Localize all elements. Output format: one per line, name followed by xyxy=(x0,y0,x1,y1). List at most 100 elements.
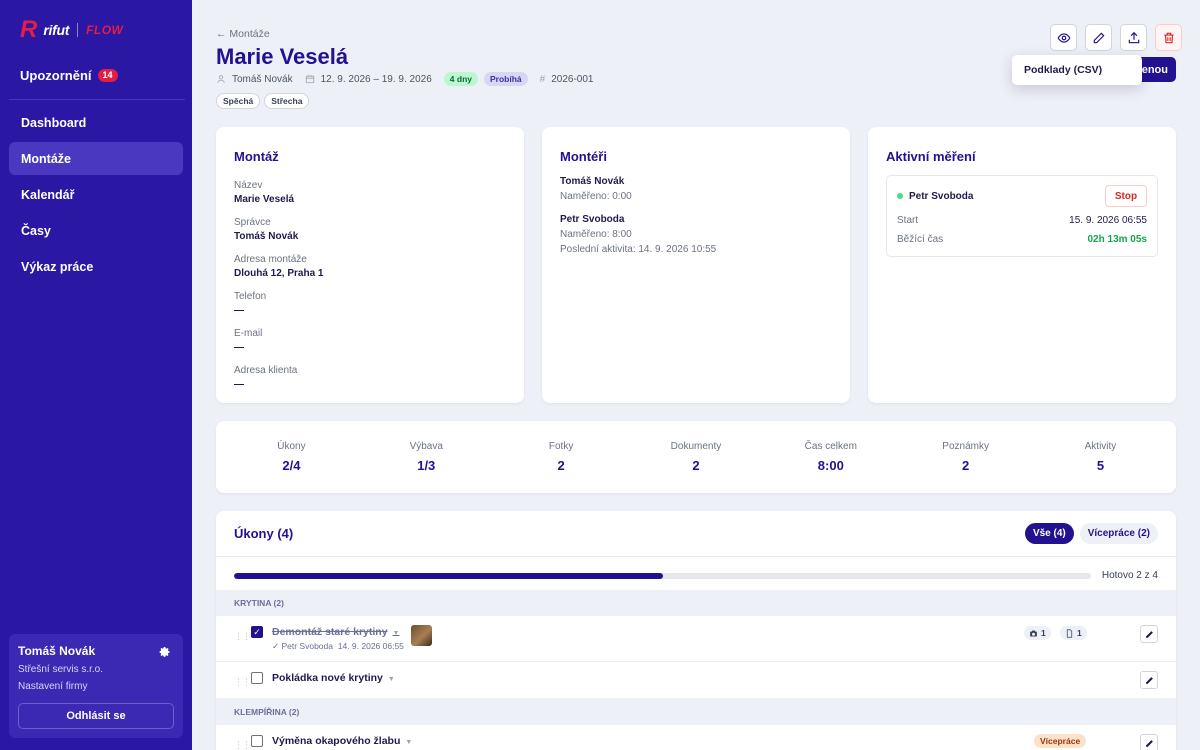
worker-measured: Naměřeno: 0:00 xyxy=(560,191,632,202)
company-settings-link[interactable]: Nastavení firmy xyxy=(18,681,174,692)
sidebar-item-casy[interactable]: Časy xyxy=(9,214,183,247)
job-date-range: 12. 9. 2026 – 19. 9. 2026 xyxy=(320,73,432,85)
task-name-text: Pokládka nové krytiny xyxy=(272,672,383,684)
duration-badge: 4 dny xyxy=(443,72,478,86)
task-checkbox[interactable] xyxy=(251,672,263,684)
drag-handle-icon[interactable]: ⋮⋮ xyxy=(234,740,251,750)
start-value: 15. 9. 2026 06:55 xyxy=(1069,215,1147,226)
photo-count[interactable]: 1 xyxy=(1024,626,1051,640)
sidebar-item-label: Časy xyxy=(21,223,51,238)
sidebar-divider xyxy=(9,99,185,100)
edit-task-button[interactable] xyxy=(1140,734,1158,750)
worker-measured: Naměřeno: 8:00 xyxy=(560,229,632,240)
logout-button[interactable]: Odhlásit se xyxy=(18,703,174,729)
task-group-header: KRYTINA (2) xyxy=(216,590,1176,616)
task-row[interactable]: ⋮⋮ ✓ Demontáž staré krytiny ▼ ✓ Petr Svob… xyxy=(216,616,1176,662)
tasks-title: Úkony (4) xyxy=(234,526,294,541)
edit-job-button[interactable] xyxy=(1085,24,1112,51)
photo-count-value: 1 xyxy=(1041,628,1046,638)
sidebar-item-vykaz-prace[interactable]: Výkaz práce xyxy=(9,250,183,283)
task-checkbox[interactable]: ✓ xyxy=(251,626,263,638)
calendar-icon xyxy=(305,75,314,84)
pencil-icon xyxy=(1145,630,1153,638)
task-done-at: 14. 9. 2026 06:55 xyxy=(337,641,404,651)
sidebar-item-label: Kalendář xyxy=(21,187,75,202)
app-logo[interactable]: R rifut FLOW xyxy=(20,18,123,42)
breadcrumb-back-link[interactable]: ← Montáže xyxy=(216,28,270,40)
tag[interactable]: Spěchá xyxy=(216,93,261,109)
montaz-card-title: Montáž xyxy=(234,149,279,164)
header-actions xyxy=(1050,24,1182,51)
field-value-phone: — xyxy=(234,305,244,316)
pencil-icon xyxy=(1145,676,1153,684)
user-name: Tomáš Novák xyxy=(18,644,96,658)
filter-all-button[interactable]: Vše (4) xyxy=(1024,523,1074,544)
field-label-phone: Telefon xyxy=(234,291,267,302)
sidebar-item-dashboard[interactable]: Dashboard xyxy=(9,106,183,139)
sidebar-item-montaze[interactable]: Montáže xyxy=(9,142,183,175)
gear-icon[interactable] xyxy=(159,646,171,658)
view-button[interactable] xyxy=(1050,24,1077,51)
stat-value: 5 xyxy=(1096,458,1105,473)
chevron-down-icon[interactable]: ▼ xyxy=(393,630,400,637)
page-title: Marie Veselá xyxy=(216,44,349,69)
task-row[interactable]: ⋮⋮ Pokládka nové krytiny ▼ xyxy=(216,662,1176,699)
extra-work-badge: Vícepráce xyxy=(1034,734,1087,748)
task-checkbox[interactable] xyxy=(251,735,263,747)
stat-cas-celkem[interactable]: Čas celkem 8:00 xyxy=(771,441,891,473)
field-label-client-address: Adresa klienta xyxy=(234,365,298,376)
stat-dokumenty[interactable]: Dokumenty 2 xyxy=(636,441,756,473)
logo-separator xyxy=(77,23,79,37)
stat-poznamky[interactable]: Poznámky 2 xyxy=(906,441,1026,473)
export-button[interactable] xyxy=(1120,24,1147,51)
chevron-down-icon[interactable]: ▼ xyxy=(405,739,412,746)
delete-button[interactable] xyxy=(1155,24,1182,51)
tag[interactable]: Střecha xyxy=(264,93,310,109)
user-card: Tomáš Novák Střešní servis s.r.o. Nastav… xyxy=(9,634,183,738)
document-icon xyxy=(1066,628,1073,638)
document-count-value: 1 xyxy=(1077,628,1082,638)
worker-name: Petr Svoboda xyxy=(560,214,625,225)
stat-vybava[interactable]: Výbava 1/3 xyxy=(366,441,486,473)
task-photo-thumbnail[interactable] xyxy=(411,625,432,646)
running-indicator xyxy=(897,193,903,200)
chevron-down-icon[interactable]: ▼ xyxy=(388,676,395,683)
running-value: 02h 13m 05s xyxy=(1087,234,1148,245)
user-company: Střešní servis s.r.o. xyxy=(18,664,104,675)
sidebar-item-notifications[interactable]: Upozornění 14 xyxy=(20,68,118,83)
job-number: 2026-001 xyxy=(551,73,594,85)
edit-task-button[interactable] xyxy=(1140,671,1158,689)
stat-aktivity[interactable]: Aktivity 5 xyxy=(1040,441,1160,473)
filter-extra-work-button[interactable]: Vícepráce (2) xyxy=(1079,523,1158,544)
export-dropdown-item-csv[interactable]: Podklady (CSV) xyxy=(1012,55,1142,85)
task-filters: Vše (4) Vícepráce (2) xyxy=(1024,523,1158,544)
active-measurement-card: Aktivní měření Petr Svoboda Stop Start 1… xyxy=(868,127,1176,403)
sidebar-item-label: Dashboard xyxy=(21,115,87,130)
stat-fotky[interactable]: Fotky 2 xyxy=(501,441,621,473)
task-name[interactable]: Pokládka nové krytiny ▼ xyxy=(272,672,395,684)
hash-icon: # xyxy=(539,73,546,85)
field-label-address: Adresa montáže xyxy=(234,254,307,265)
tasks-progress-bar xyxy=(234,573,1091,579)
task-row[interactable]: ⋮⋮ Výměna okapového žlabu ▼ Vícepráce xyxy=(216,725,1176,750)
stat-label: Aktivity xyxy=(1084,441,1117,452)
stat-label: Čas celkem xyxy=(804,441,857,452)
sidebar-item-kalendar[interactable]: Kalendář xyxy=(9,178,183,211)
edit-task-button[interactable] xyxy=(1140,625,1158,643)
workers-card-title: Montéři xyxy=(560,149,607,164)
field-value-client-address: — xyxy=(234,379,244,390)
sidebar: R rifut FLOW Upozornění 14 Dashboard Mon… xyxy=(0,0,192,750)
tasks-progress-label: Hotovo 2 z 4 xyxy=(1101,570,1158,581)
document-count[interactable]: 1 xyxy=(1060,626,1087,640)
worker-name: Tomáš Novák xyxy=(560,176,625,187)
edit-icon xyxy=(1093,32,1104,43)
stats-card: Úkony 2/4 Výbava 1/3 Fotky 2 Dokumenty 2 Čas… xyxy=(216,421,1176,493)
drag-handle-icon[interactable]: ⋮⋮ xyxy=(234,677,251,688)
task-name[interactable]: Demontáž staré krytiny ▼ xyxy=(272,626,399,638)
job-meta-row: Tomáš Novák 12. 9. 2026 – 19. 9. 2026 4 … xyxy=(216,72,593,86)
stop-button[interactable]: Stop xyxy=(1105,185,1147,207)
eye-icon xyxy=(1056,32,1071,43)
stat-ukony[interactable]: Úkony 2/4 xyxy=(231,441,351,473)
task-name[interactable]: Výměna okapového žlabu ▼ xyxy=(272,735,412,747)
drag-handle-icon[interactable]: ⋮⋮ xyxy=(234,631,251,642)
